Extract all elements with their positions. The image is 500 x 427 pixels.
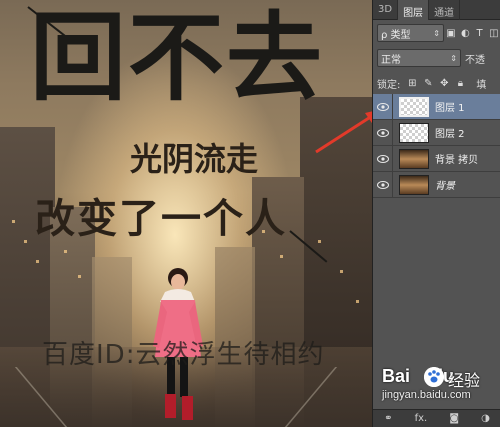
layer-thumbnail <box>399 174 429 195</box>
lock-transparent-icon[interactable]: ⊞ <box>404 75 420 91</box>
tab-layers[interactable]: 图层 <box>398 0 430 20</box>
fill-label: 填 <box>476 79 487 91</box>
layer-row[interactable]: 背景 <box>373 171 500 198</box>
baidu-jingyan-badge: Baidu 经验 jingyan.baidu.com <box>380 366 498 404</box>
lock-paint-icon[interactable]: ✎ <box>420 75 436 91</box>
panel-footer: ⚭ fx. ◙ ◑ <box>373 409 500 427</box>
layer-row[interactable]: 图层 1 <box>373 93 500 120</box>
mask-icon[interactable]: ◙ <box>449 413 459 424</box>
layer-name: 背景 拷贝 <box>435 155 479 166</box>
updown-icon: ⇕ <box>433 28 440 38</box>
opacity-label: 不透 <box>465 54 485 66</box>
adjustment-icon[interactable]: ◑ <box>481 413 490 424</box>
tab-channels[interactable]: 通道 <box>429 0 461 20</box>
lock-move-icon[interactable]: ✥ <box>436 75 452 91</box>
fx-icon[interactable]: fx. <box>415 413 428 424</box>
lock-all-icon[interactable]: 🔒︎ <box>452 75 468 91</box>
poster-title: 回不去 <box>30 1 324 114</box>
paw-icon <box>424 367 444 387</box>
lock-row: 锁定: ⊞ ✎ ✥ 🔒︎ 填 <box>373 74 500 92</box>
layer-row[interactable]: 图层 2 <box>373 119 500 146</box>
poster-tagline: 改变了一个人 <box>35 195 287 242</box>
watermark-text: 百度ID:云然浮生待相约 <box>42 340 325 370</box>
lock-label: 锁定: <box>377 79 401 91</box>
eye-icon[interactable] <box>373 93 393 120</box>
shape-filter-icon[interactable]: ◫ <box>487 25 500 41</box>
poster-subtitle: 光阴流走 <box>130 140 259 178</box>
document-canvas[interactable]: 回不去 光阴流走 改变了一个人 百度ID:云然浮生待相约 <box>0 0 372 427</box>
image-filter-icon[interactable]: ▣ <box>444 25 458 41</box>
layers-panel: 3D 图层 通道 ρ 类型 ⇕ ▣ ◐ T ◫ 正常 ⇕ 不透 锁定: ⊞ ✎ … <box>372 0 500 427</box>
filter-row: ρ 类型 ⇕ ▣ ◐ T ◫ <box>373 24 500 42</box>
blend-mode-label: 正常 <box>381 54 401 66</box>
layer-name: 图层 1 <box>435 103 465 114</box>
tab-3d[interactable]: 3D <box>373 0 399 20</box>
baidu-url: jingyan.baidu.com <box>382 389 471 401</box>
eye-icon[interactable] <box>373 145 393 172</box>
layer-thumbnail <box>399 96 429 117</box>
jingyan-label: 经验 <box>448 371 481 390</box>
layer-name: 背景 <box>435 181 455 192</box>
filter-kind-select[interactable]: ρ 类型 ⇕ <box>377 24 444 42</box>
panel-tabbar: 3D 图层 通道 <box>373 0 500 20</box>
eye-icon[interactable] <box>373 119 393 146</box>
updown-icon: ⇕ <box>450 53 457 63</box>
layer-name: 图层 2 <box>435 129 465 140</box>
filter-kind-label: ρ 类型 <box>381 29 411 41</box>
adjustment-filter-icon[interactable]: ◐ <box>458 25 472 41</box>
layer-row[interactable]: 背景 拷贝 <box>373 145 500 172</box>
blend-mode-select[interactable]: 正常 ⇕ <box>377 49 461 67</box>
blend-row: 正常 ⇕ 不透 <box>373 49 500 67</box>
eye-icon[interactable] <box>373 171 393 198</box>
link-icon[interactable]: ⚭ <box>384 413 392 424</box>
layer-thumbnail <box>399 148 429 169</box>
layer-thumbnail <box>399 122 429 143</box>
type-filter-icon[interactable]: T <box>472 25 486 41</box>
